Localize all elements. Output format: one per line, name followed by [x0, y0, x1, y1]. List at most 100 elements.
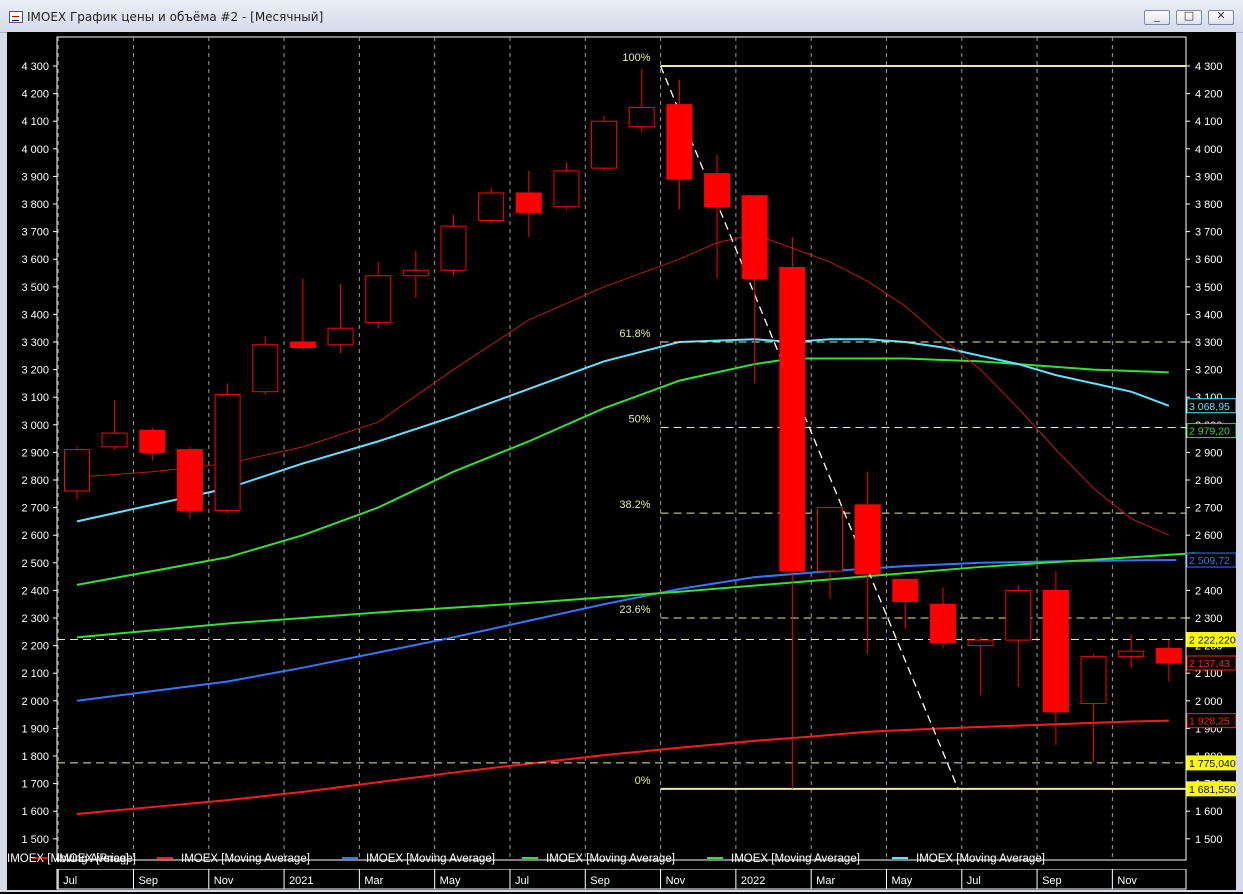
y-tick-label-right: 4 300	[1195, 61, 1223, 73]
title-bar[interactable]: IMOEX График цены и объёма #2 - [Месячны…	[0, 0, 1243, 33]
minimize-button[interactable]: _	[1144, 9, 1170, 25]
time-axis-label: 2021	[289, 875, 313, 887]
candle-body-down	[892, 578, 919, 602]
y-tick-label-left: 3 100	[21, 392, 49, 404]
y-tick-label-right: 3 300	[1195, 337, 1223, 349]
candle-body-down	[666, 104, 693, 180]
y-tick-label-left: 3 500	[21, 282, 49, 294]
y-tick-label-right: 3 600	[1195, 254, 1223, 266]
price-chart[interactable]: 1 5001 5001 6001 6001 7001 7001 8001 800…	[7, 32, 1236, 869]
y-tick-label-left: 3 700	[21, 227, 49, 239]
moving-averages	[76, 233, 1196, 815]
candle-body-up	[327, 327, 354, 346]
candle-body-up	[817, 507, 843, 572]
candle-body-up	[252, 344, 279, 393]
fib-level-label: 50%	[629, 414, 651, 426]
candle-body-up	[64, 449, 90, 492]
candle-body-up	[1118, 650, 1145, 658]
y-tick-label-right: 2 700	[1195, 503, 1223, 515]
moving-average-line-1	[76, 719, 1169, 815]
candle-body-up	[1080, 656, 1107, 705]
legend-label: IMOEX [Moving Average]	[366, 853, 495, 865]
moving-average-line-5	[76, 338, 1170, 523]
y-tick-label-right: 3 700	[1195, 227, 1223, 239]
y-tick-label-left: 2 000	[21, 696, 49, 708]
candle-body-down	[515, 192, 542, 213]
candle-body-up	[478, 192, 505, 222]
y-tick-label-left: 4 000	[21, 144, 49, 156]
fib-level-label: 100%	[622, 52, 650, 64]
window-title: IMOEX График цены и объёма #2 - [Месячны…	[27, 10, 324, 24]
value-label-text: 2 509,72	[1189, 555, 1230, 567]
maximize-button[interactable]: □	[1176, 9, 1202, 25]
time-axis-canvas: Jul Sep Nov 2021 Mar May Jul Sep Nov 2022 Mar May Ju…	[56, 868, 1187, 890]
time-axis-label: 2022	[741, 875, 765, 887]
minimize-icon: _	[1154, 9, 1160, 22]
y-tick-label-left: 2 300	[21, 613, 49, 625]
y-tick-label-left: 3 000	[21, 420, 49, 432]
fib-level-label: 23.6%	[619, 604, 650, 616]
close-button[interactable]: ✕	[1208, 9, 1234, 25]
y-tick-label-left: 2 100	[21, 668, 49, 680]
candle-body-up	[440, 225, 467, 271]
y-tick-label-right: 2 600	[1195, 530, 1223, 542]
y-tick-label-right: 3 900	[1195, 171, 1223, 183]
time-axis-label: Jul	[63, 875, 77, 887]
time-axis-label: Jul	[515, 875, 529, 887]
value-label-text: 2 222,220	[1189, 635, 1236, 647]
y-tick-label-right: 1 600	[1195, 806, 1223, 818]
y-tick-label-right: 2 800	[1195, 475, 1223, 487]
time-axis-label: Nov	[214, 875, 234, 887]
y-tick-label-left: 3 200	[21, 365, 49, 377]
legend-label: IMOEX [Moving Average]	[916, 853, 1045, 865]
moving-average-line-4	[76, 357, 1169, 586]
y-tick-label-left: 2 200	[21, 641, 49, 653]
legend: IMOEX [Price] IMOEX [Moving Average] IMOEX…	[7, 853, 1045, 865]
fib-level-label: 38.2%	[619, 499, 650, 511]
chart-canvas[interactable]: 1 5001 5001 6001 6001 7001 7001 8001 800…	[7, 32, 1236, 869]
candle-body-down	[704, 173, 731, 208]
y-tick-label-left: 4 100	[21, 116, 49, 128]
chart-window-icon	[9, 11, 23, 23]
candle-body-up	[967, 639, 994, 647]
candle-body-up	[1005, 589, 1032, 641]
legend-label: IMOEX [Moving Average]	[546, 853, 675, 865]
candle-body-up	[402, 269, 429, 277]
candle-body-down	[1155, 647, 1182, 664]
close-icon: ✕	[1216, 9, 1226, 22]
y-tick-label-right: 3 800	[1195, 199, 1223, 211]
y-tick-label-right: 2 900	[1195, 447, 1223, 459]
y-tick-label-right: 4 200	[1195, 89, 1223, 101]
time-axis-label: Sep	[590, 875, 610, 887]
legend-label: IMOEX [Moving Average]	[7, 853, 136, 865]
value-label-text: 2 137,43	[1189, 658, 1230, 670]
y-tick-label-left: 3 400	[21, 309, 49, 321]
y-tick-label-left: 3 900	[21, 171, 49, 183]
y-tick-label-right: 3 500	[1195, 282, 1223, 294]
y-tick-label-right: 2 300	[1195, 613, 1223, 625]
fib-level-label: 61.8%	[619, 328, 650, 340]
moving-average-line-6	[76, 233, 1170, 536]
maximize-icon: □	[1183, 9, 1195, 22]
y-tick-label-left: 2 500	[21, 558, 49, 570]
time-axis-label: Mar	[816, 875, 835, 887]
value-label-text: 1 681,550	[1189, 784, 1236, 796]
candle-body-up	[628, 106, 655, 128]
y-tick-label-right: 4 000	[1195, 144, 1223, 156]
chart-window: IMOEX График цены и объёма #2 - [Месячны…	[0, 0, 1243, 892]
candle-body-up	[101, 432, 128, 448]
y-tick-label-left: 4 300	[21, 61, 49, 73]
y-tick-label-right: 2 400	[1195, 585, 1223, 597]
y-tick-label-left: 4 200	[21, 89, 49, 101]
candle-body-down	[929, 603, 956, 644]
value-label-text: 1 928,25	[1189, 716, 1230, 728]
time-axis-label: May	[440, 875, 461, 887]
fib-level-label: 0%	[635, 775, 651, 787]
candle-body-up	[591, 120, 618, 169]
candle-body-down	[139, 429, 166, 453]
y-tick-label-left: 2 600	[21, 530, 49, 542]
y-tick-label-right: 1 500	[1195, 834, 1223, 846]
time-axis[interactable]: Jul Sep Nov 2021 Mar May Jul Sep Nov 2022 Mar May Ju…	[7, 868, 1236, 890]
y-tick-label-left: 1 500	[21, 834, 49, 846]
y-tick-label-left: 1 800	[21, 751, 49, 763]
